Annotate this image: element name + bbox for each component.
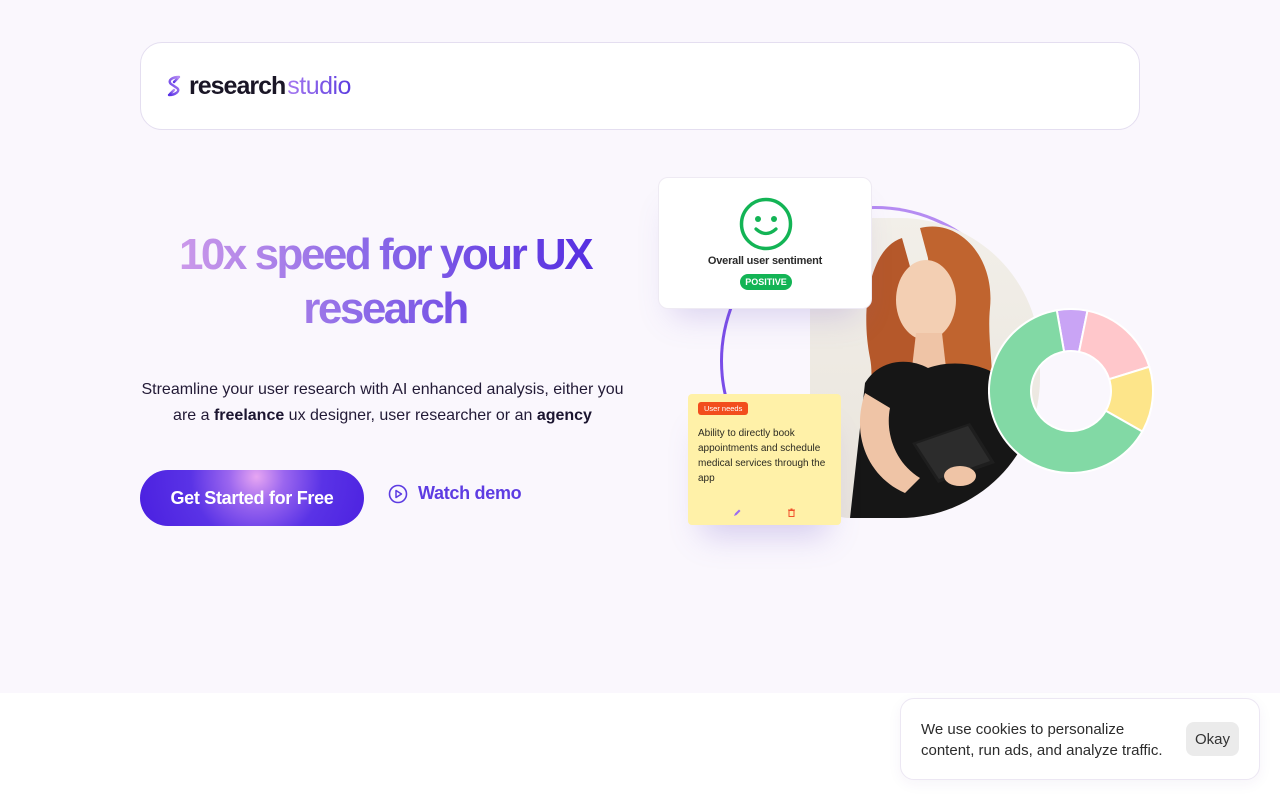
subtitle-text-2: ux designer, user researcher or an [284,407,537,424]
brand-logo[interactable]: research studio [163,72,351,101]
get-started-button[interactable]: Get Started for Free [140,470,364,526]
positive-badge: POSITIVE [740,274,792,290]
edit-icon [733,509,741,516]
brand-name: research [189,71,286,100]
sentiment-title: Overall user sentiment [707,255,823,267]
play-circle-icon [388,484,408,503]
smiley-icon [739,197,793,251]
brand-name-accent: studio [287,71,351,100]
subtitle-bold-freelance: freelance [213,407,285,424]
trash-icon [788,508,796,517]
hero-headline: 10x speed for your UX research [140,228,630,336]
subtitle-bold-agency: agency [536,407,592,424]
hero-subtitle: Streamline your user research with AI en… [135,377,630,429]
hero-headline-line2: research [303,284,467,333]
user-needs-sticky-note: User needs Ability to directly book appo… [688,394,841,525]
top-navbar: research studio [140,42,1140,130]
logo-mark-icon [167,75,181,97]
hero-illustration: Overall user sentiment POSITIVE User nee… [650,170,1170,570]
note-text: Ability to directly book appointments an… [698,428,826,484]
user-needs-tag: User needs [698,402,749,415]
cookie-banner: We use cookies to personalize content, r… [900,698,1260,780]
hero-headline-line1: 10x speed for your UX [178,230,592,279]
note-actions [688,508,841,517]
cookie-message: We use cookies to personalize content, r… [921,721,1163,759]
watch-demo-label: Watch demo [418,483,522,503]
watch-demo-link[interactable]: Watch demo [388,483,522,504]
donut-segment-pink [1077,309,1151,381]
sentiment-donut-chart [988,308,1154,474]
sentiment-card: Overall user sentiment POSITIVE [658,177,872,309]
cookie-okay-button[interactable]: Okay [1186,722,1239,756]
